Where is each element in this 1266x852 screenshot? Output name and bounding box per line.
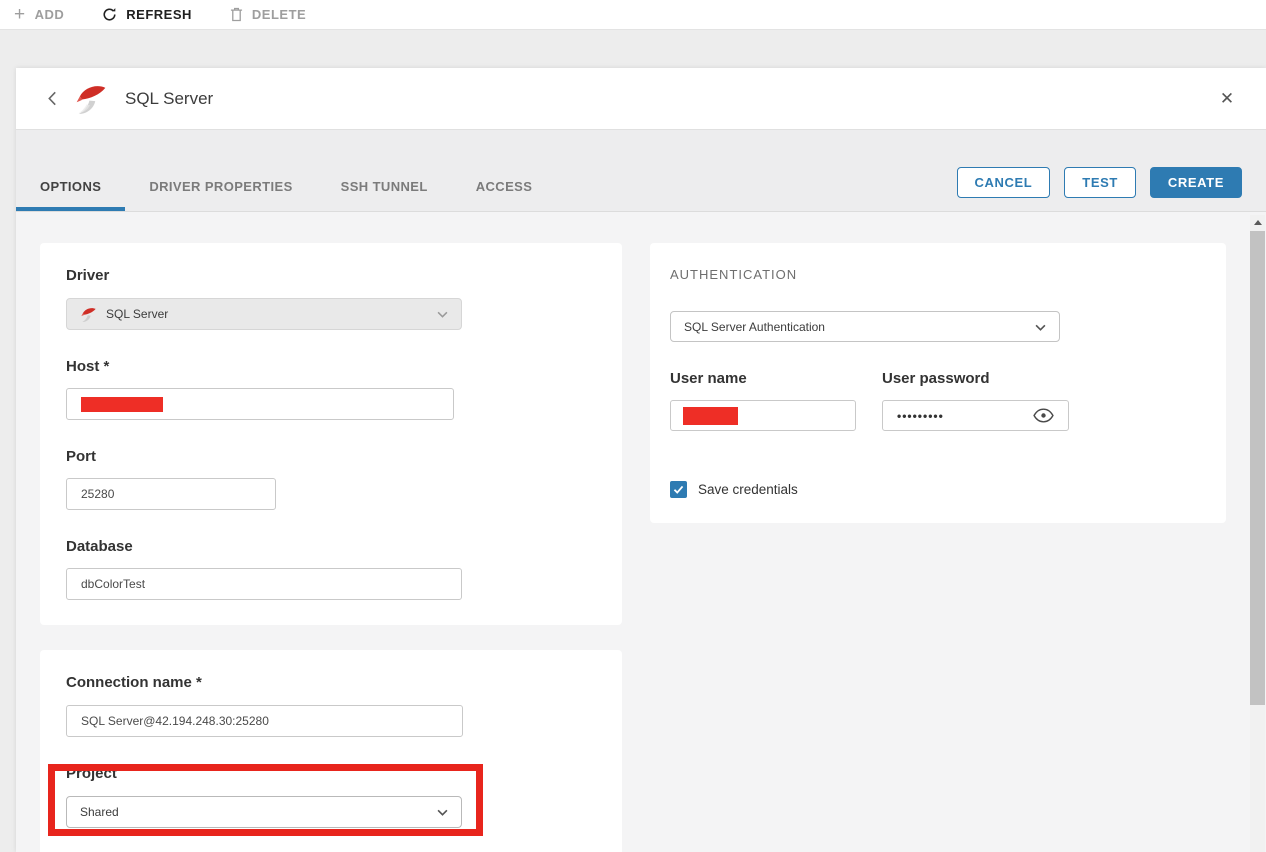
dialog-content: Driver SQL Server Host * Port: [16, 212, 1266, 852]
host-redaction-block: [81, 397, 163, 412]
port-input-value: 25280: [81, 487, 114, 501]
sql-server-logo-icon: [74, 82, 108, 116]
sql-server-driver-icon: [80, 306, 97, 323]
database-label: Database: [66, 538, 596, 555]
connection-dialog: SQL Server ✕ OPTIONS DRIVER PROPERTIES S…: [16, 68, 1266, 852]
database-input-value: dbColorTest: [81, 577, 145, 591]
auth-method-select-value: SQL Server Authentication: [684, 320, 825, 334]
plus-icon: +: [14, 5, 26, 24]
chevron-down-icon: [437, 805, 448, 819]
tab-ssh-tunnel[interactable]: SSH TUNNEL: [317, 165, 452, 211]
refresh-icon: [102, 7, 117, 22]
dialog-actions: CANCEL TEST CREATE: [957, 167, 1242, 198]
close-icon[interactable]: ✕: [1216, 88, 1238, 110]
username-redaction-block: [683, 407, 738, 425]
vertical-scrollbar[interactable]: [1250, 215, 1265, 852]
add-button[interactable]: + ADD: [14, 5, 64, 24]
project-label: Project: [66, 765, 596, 782]
connection-name-input[interactable]: SQL Server@42.194.248.30:25280: [66, 705, 463, 737]
driver-select[interactable]: SQL Server: [66, 298, 462, 330]
check-icon: [673, 485, 684, 494]
tab-driver-properties[interactable]: DRIVER PROPERTIES: [125, 165, 316, 211]
test-button[interactable]: TEST: [1064, 167, 1136, 198]
add-button-label: ADD: [35, 7, 65, 22]
trash-icon: [230, 7, 243, 22]
create-button[interactable]: CREATE: [1150, 167, 1242, 198]
chevron-down-icon: [437, 307, 448, 321]
host-label: Host *: [66, 358, 596, 375]
authentication-heading: AUTHENTICATION: [670, 267, 1206, 282]
port-input[interactable]: 25280: [66, 478, 276, 510]
top-toolbar: + ADD REFRESH DELETE: [0, 0, 1266, 30]
tab-options[interactable]: OPTIONS: [16, 165, 125, 211]
tab-access[interactable]: ACCESS: [452, 165, 557, 211]
host-input[interactable]: [66, 388, 454, 420]
scrollbar-thumb[interactable]: [1250, 231, 1265, 705]
connection-settings-card: Driver SQL Server Host * Port: [40, 243, 622, 625]
port-label: Port: [66, 448, 596, 465]
delete-button[interactable]: DELETE: [230, 7, 306, 22]
project-select[interactable]: Shared: [66, 796, 462, 828]
cancel-button[interactable]: CANCEL: [957, 167, 1051, 198]
username-field-group: User name: [670, 370, 856, 431]
save-credentials-label: Save credentials: [698, 482, 798, 497]
authentication-card: AUTHENTICATION SQL Server Authentication…: [650, 243, 1226, 523]
chevron-down-icon: [1035, 320, 1046, 334]
driver-label: Driver: [66, 267, 596, 284]
back-button[interactable]: [43, 87, 61, 110]
triangle-up-icon: [1254, 220, 1262, 225]
password-field-group: User password •••••••••: [882, 370, 1069, 431]
refresh-button[interactable]: REFRESH: [102, 7, 192, 22]
password-input[interactable]: •••••••••: [882, 400, 1069, 431]
connection-name-label: Connection name *: [66, 674, 596, 691]
scrollbar-up-button[interactable]: [1250, 215, 1265, 230]
password-masked-value: •••••••••: [897, 409, 944, 423]
username-label: User name: [670, 370, 856, 387]
driver-select-value: SQL Server: [106, 307, 168, 321]
database-input[interactable]: dbColorTest: [66, 568, 462, 600]
save-credentials-row: Save credentials: [670, 481, 1206, 498]
credentials-row: User name User password •••••••••: [670, 370, 1206, 431]
dialog-header: SQL Server ✕: [16, 68, 1266, 130]
auth-method-select[interactable]: SQL Server Authentication: [670, 311, 1060, 342]
chevron-left-icon: [47, 91, 57, 106]
delete-button-label: DELETE: [252, 7, 306, 22]
username-input[interactable]: [670, 400, 856, 431]
show-password-eye-icon[interactable]: [1033, 408, 1054, 423]
password-label: User password: [882, 370, 1069, 387]
connection-name-card: Connection name * SQL Server@42.194.248.…: [40, 650, 622, 852]
save-credentials-checkbox[interactable]: [670, 481, 687, 498]
connection-name-input-value: SQL Server@42.194.248.30:25280: [81, 714, 269, 728]
tab-bar: OPTIONS DRIVER PROPERTIES SSH TUNNEL ACC…: [16, 130, 1266, 212]
project-select-value: Shared: [80, 805, 119, 819]
dialog-title: SQL Server: [125, 89, 213, 109]
refresh-button-label: REFRESH: [126, 7, 192, 22]
